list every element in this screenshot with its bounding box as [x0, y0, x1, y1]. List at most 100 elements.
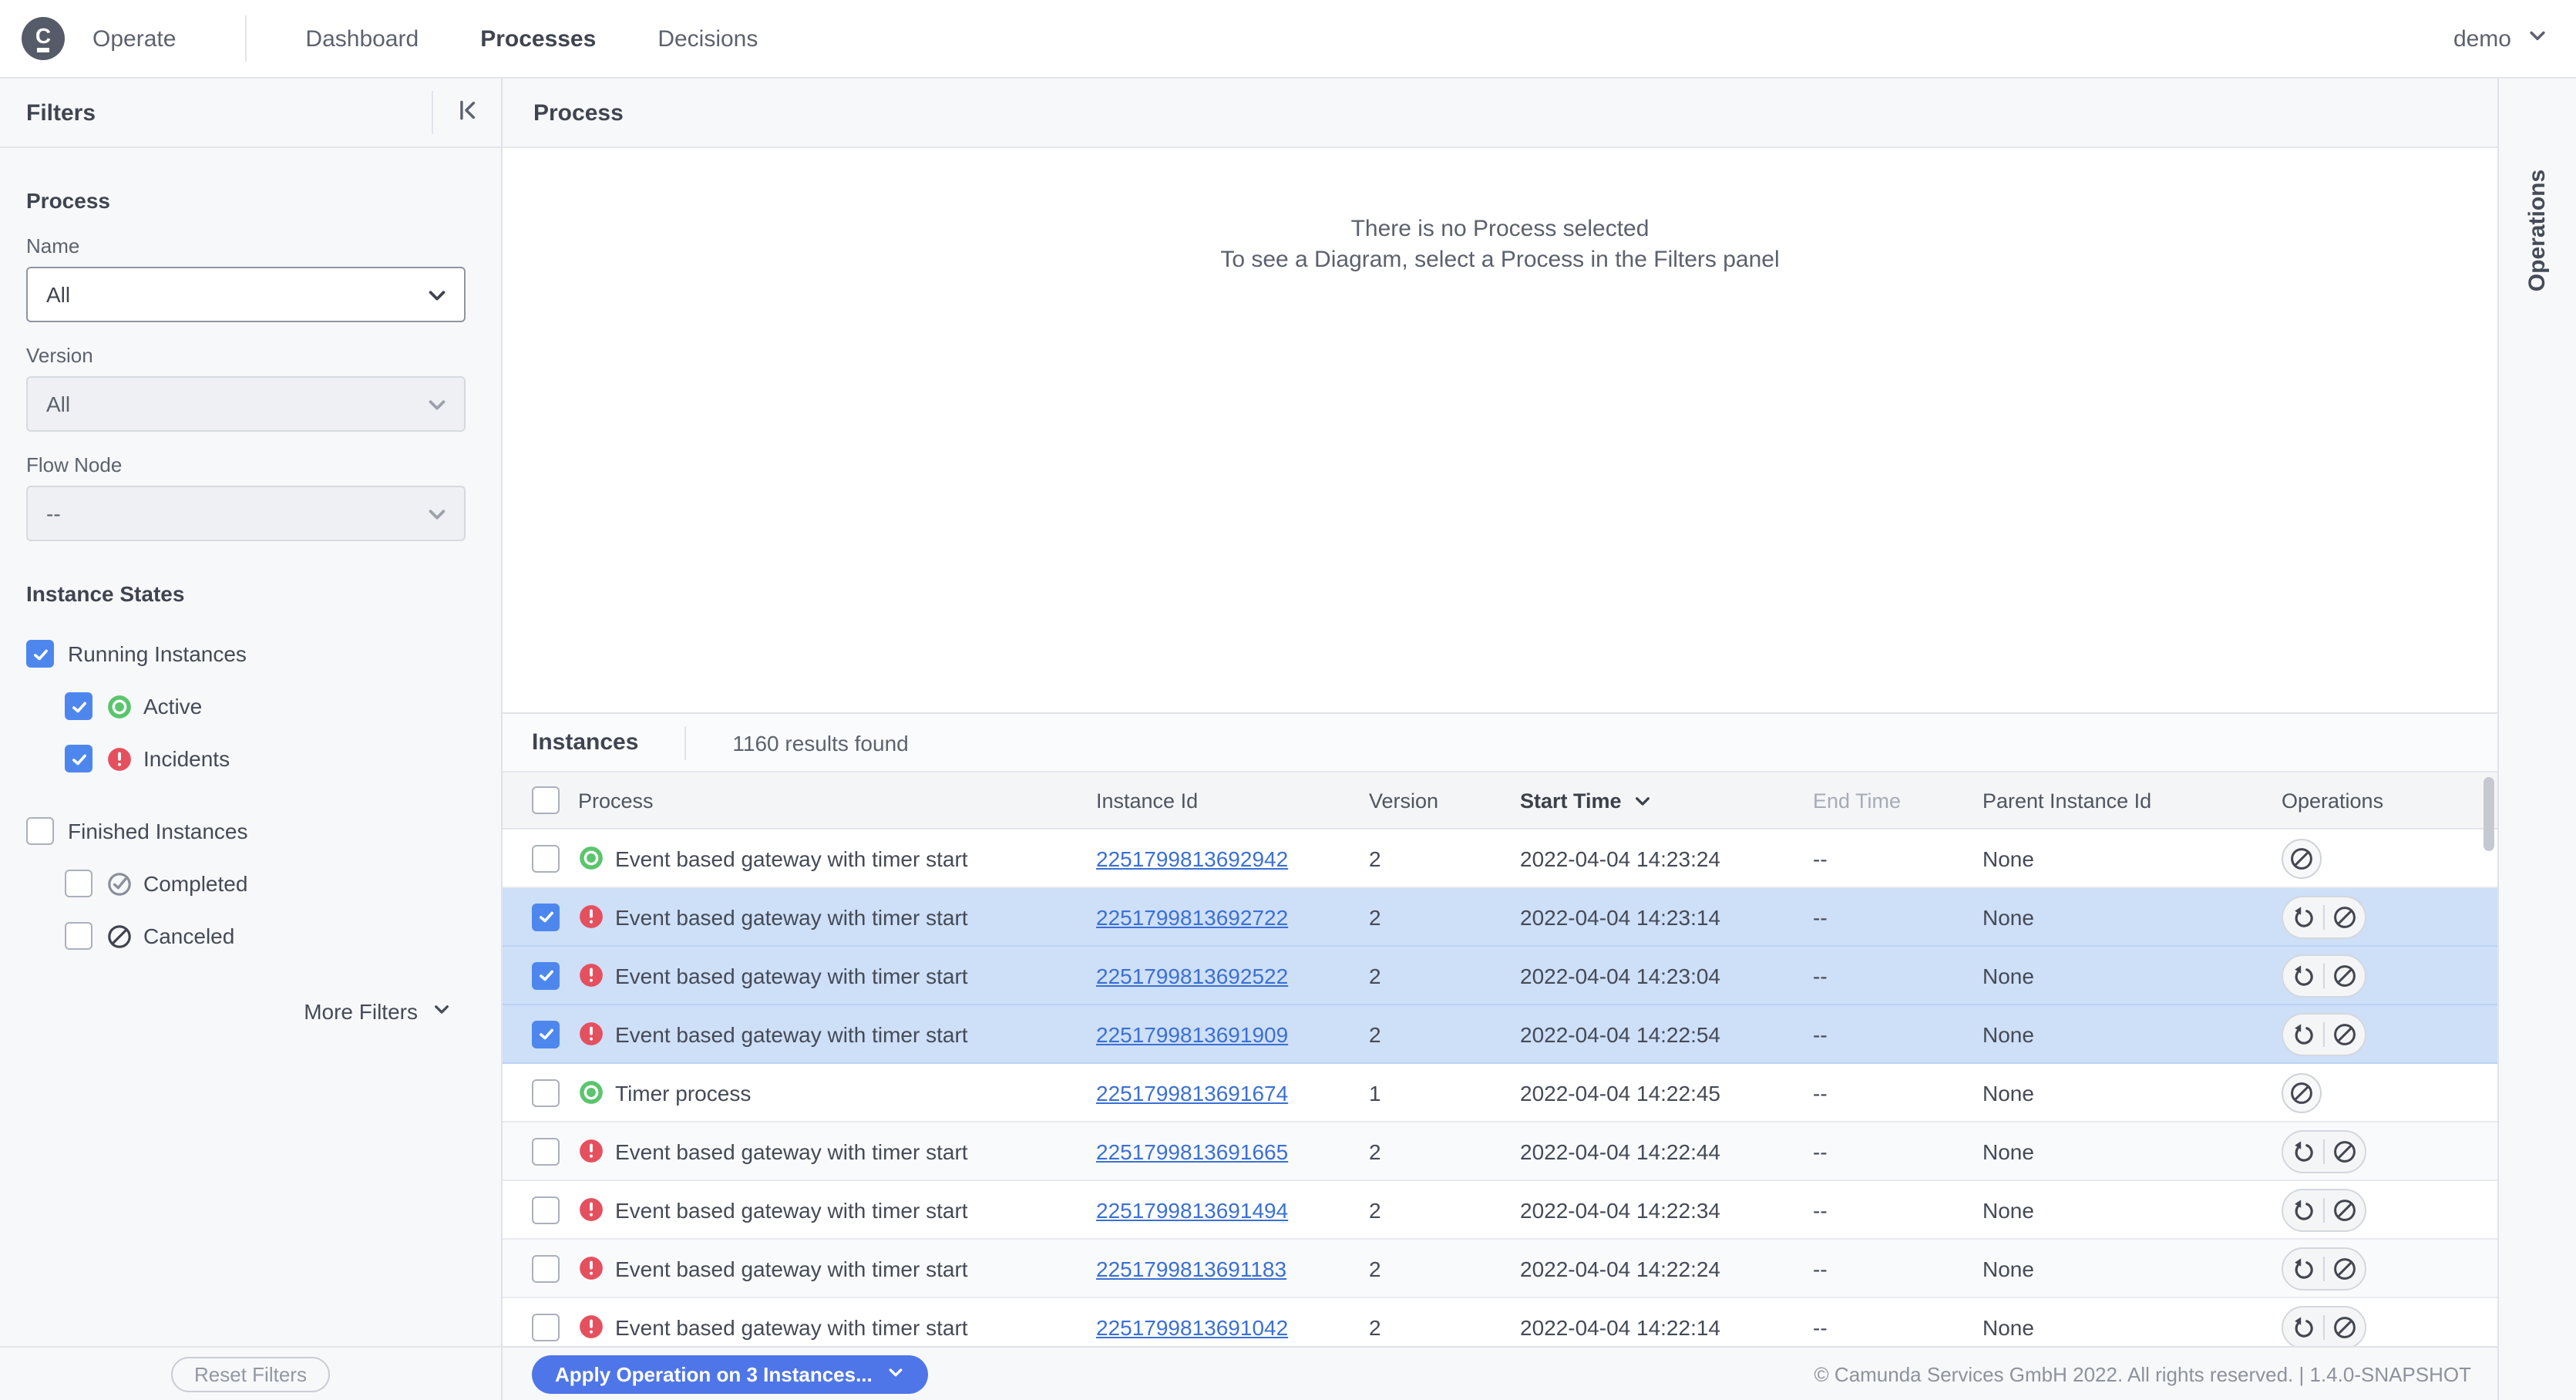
cancel-operation-button[interactable] [2325, 1250, 2365, 1287]
cancel-operation-button[interactable] [2325, 1132, 2365, 1169]
instance-id-link[interactable]: 2251799813691665 [1096, 1139, 1288, 1163]
retry-operation-button[interactable] [2283, 957, 2323, 994]
flow-node-select-value: -- [46, 501, 61, 526]
retry-operation-button[interactable] [2283, 1308, 2323, 1345]
nav-item-processes[interactable]: Processes [480, 25, 596, 52]
row-checkbox[interactable] [532, 1196, 560, 1223]
name-label: Name [26, 234, 80, 257]
instance-id-link[interactable]: 2251799813692522 [1096, 963, 1288, 988]
cancel-operation-button[interactable] [2282, 838, 2322, 878]
more-filters-button[interactable]: More Filters [0, 999, 501, 1024]
canceled-state-icon [106, 923, 133, 949]
user-menu[interactable]: demo [2453, 25, 2576, 52]
end-time-cell: -- [1813, 1256, 1828, 1281]
main-footer: Apply Operation on 3 Instances... © Camu… [503, 1346, 2497, 1400]
user-name: demo [2453, 25, 2511, 52]
operation-buttons [2282, 1247, 2366, 1290]
reset-filters-button[interactable]: Reset Filters [171, 1356, 330, 1392]
nav-item-decisions[interactable]: Decisions [657, 25, 758, 52]
incident-state-icon [578, 1255, 615, 1281]
collapse-filters-button[interactable] [433, 79, 501, 146]
name-select-value: All [46, 282, 71, 307]
process-panel-title: Process [533, 99, 624, 126]
instance-id-cell: 2251799813691909 [1096, 1021, 1369, 1046]
operation-buttons [2282, 1305, 2366, 1346]
chevron-down-icon [425, 502, 449, 525]
cancel-operation-button[interactable] [2325, 957, 2365, 994]
row-checkbox[interactable] [532, 903, 560, 931]
instance-row: Event based gateway with timer start 2251… [503, 888, 2497, 947]
end-time-cell: -- [1813, 963, 1828, 988]
row-checkbox[interactable] [532, 1079, 560, 1106]
instance-id-link[interactable]: 2251799813691183 [1096, 1256, 1286, 1281]
instance-id-cell: 2251799813691665 [1096, 1139, 1369, 1163]
results-count: 1160 results found [732, 730, 909, 755]
cancel-operation-button[interactable] [2282, 1072, 2322, 1112]
cancel-operation-button[interactable] [2325, 1308, 2365, 1345]
instance-id-cell: 2251799813692522 [1096, 963, 1369, 988]
row-checkbox[interactable] [532, 961, 560, 989]
start-time-cell: 2022-04-04 14:23:24 [1520, 846, 1720, 870]
instance-id-cell: 2251799813692722 [1096, 904, 1369, 929]
column-header-parent-instance-id[interactable]: Parent Instance Id [1982, 789, 2282, 812]
row-checkbox[interactable] [532, 1313, 560, 1341]
column-header-instance-id[interactable]: Instance Id [1096, 789, 1369, 812]
finished-instances-label: Finished Instances [68, 819, 248, 843]
end-time-cell: -- [1813, 1197, 1828, 1222]
select-all-checkbox[interactable] [532, 786, 560, 814]
instance-id-link[interactable]: 2251799813691674 [1096, 1080, 1288, 1105]
parent-instance-id-cell: None [1982, 846, 2034, 870]
end-time-cell: -- [1813, 1021, 1828, 1046]
collapse-left-icon [454, 97, 480, 128]
app-body: Filters Process Name All Version All Flow No… [0, 79, 2576, 1400]
instance-id-link[interactable]: 2251799813692722 [1096, 904, 1288, 929]
running-instances-checkbox[interactable] [26, 640, 54, 668]
column-header-start-time[interactable]: Start Time [1520, 789, 1813, 812]
incidents-checkbox[interactable] [65, 745, 92, 772]
retry-operation-button[interactable] [2283, 1250, 2323, 1287]
empty-message-line1: There is no Process selected [1350, 216, 1650, 242]
row-checkbox[interactable] [532, 1137, 560, 1165]
main-area: Process There is no Process selected To … [503, 79, 2499, 1400]
row-checkbox[interactable] [532, 1020, 560, 1048]
instances-panel: Instances 1160 results found Process Inst… [503, 712, 2497, 1346]
instance-id-link[interactable]: 2251799813692942 [1096, 846, 1288, 870]
operations-panel-collapsed[interactable]: Operations [2499, 79, 2576, 1400]
cancel-operation-button[interactable] [2325, 898, 2365, 935]
running-instances-filter: Running Instances [0, 628, 501, 680]
active-state-icon [106, 693, 133, 719]
instance-id-link[interactable]: 2251799813691494 [1096, 1197, 1288, 1222]
version-cell: 2 [1369, 1021, 1381, 1046]
version-select-value: All [46, 392, 71, 416]
cancel-operation-button[interactable] [2325, 1191, 2365, 1228]
end-time-cell: -- [1813, 904, 1828, 929]
retry-operation-button[interactable] [2283, 1132, 2323, 1169]
nav-item-dashboard[interactable]: Dashboard [305, 25, 419, 52]
active-checkbox[interactable] [65, 692, 92, 720]
retry-operation-button[interactable] [2283, 898, 2323, 935]
end-time-cell: -- [1813, 1139, 1828, 1163]
chevron-down-icon [425, 392, 449, 416]
instance-id-link[interactable]: 2251799813691909 [1096, 1021, 1288, 1046]
finished-instances-checkbox[interactable] [26, 817, 54, 845]
parent-instance-id-cell: None [1982, 1256, 2034, 1281]
retry-operation-button[interactable] [2283, 1015, 2323, 1052]
row-checkbox[interactable] [532, 844, 560, 872]
cancel-operation-button[interactable] [2325, 1015, 2365, 1052]
apply-operation-button[interactable]: Apply Operation on 3 Instances... [532, 1355, 928, 1393]
copyright-text: © Camunda Services GmbH 2022. All rights… [1814, 1362, 2471, 1385]
sort-desc-icon [1633, 790, 1653, 810]
retry-operation-button[interactable] [2283, 1191, 2323, 1228]
start-time-cell: 2022-04-04 14:22:54 [1520, 1021, 1720, 1046]
column-header-version[interactable]: Version [1369, 789, 1520, 812]
row-checkbox[interactable] [532, 1254, 560, 1282]
parent-instance-id-cell: None [1982, 1314, 2034, 1339]
canceled-checkbox[interactable] [65, 922, 92, 950]
completed-checkbox[interactable] [65, 870, 92, 897]
instance-id-cell: 2251799813691494 [1096, 1197, 1369, 1222]
empty-message-line2: To see a Diagram, select a Process in th… [1220, 247, 1780, 273]
scrollbar-thumb[interactable] [2484, 777, 2494, 851]
instance-id-link[interactable]: 2251799813691042 [1096, 1314, 1288, 1339]
name-select[interactable]: All [26, 267, 466, 322]
operations-cell [2282, 1188, 2476, 1231]
